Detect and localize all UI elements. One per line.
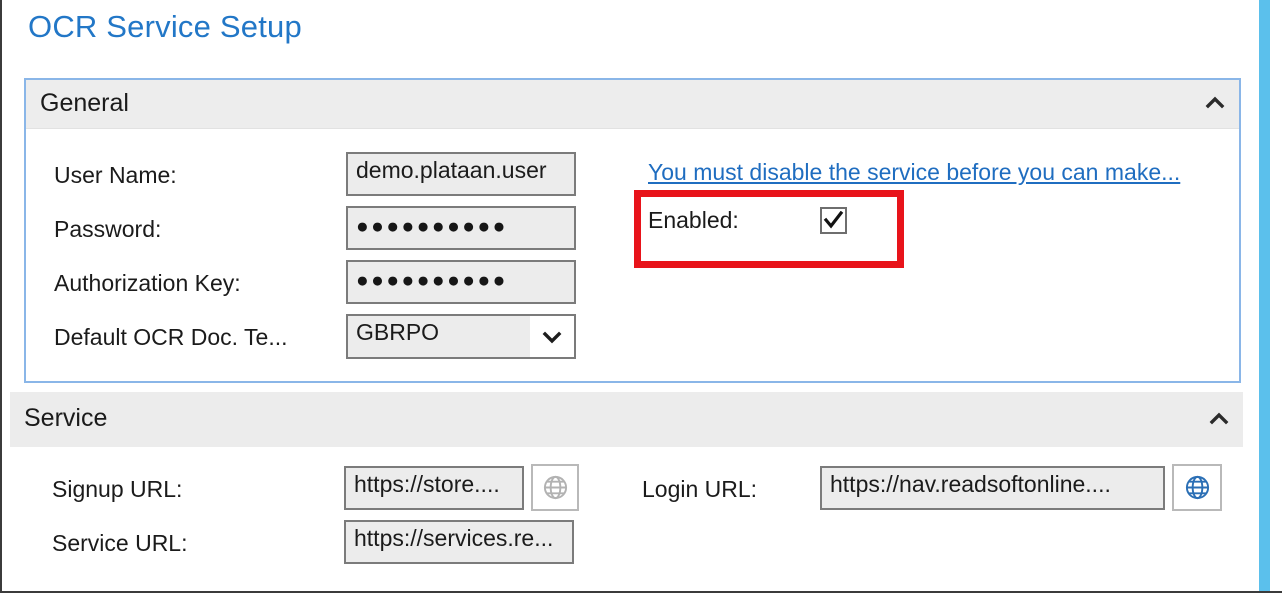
enabled-label: Enabled: (648, 207, 739, 233)
user-name-input[interactable]: demo.plataan.user (346, 152, 576, 196)
vertical-scrollbar[interactable] (1259, 0, 1270, 591)
service-section-title: Service (24, 404, 108, 432)
login-url-label: Login URL: (642, 476, 758, 502)
right-gutter (1270, 0, 1282, 591)
authorization-key-label: Authorization Key: (54, 270, 241, 296)
default-ocr-doc-template-dropdown[interactable]: GBRPO (346, 314, 576, 359)
general-section-title: General (40, 89, 129, 117)
password-input[interactable]: ●●●●●●●●●● (346, 206, 576, 250)
page-title: OCR Service Setup (28, 9, 302, 44)
disable-service-notice-link[interactable]: You must disable the service before you … (648, 159, 1180, 186)
signup-url-input[interactable]: https://store.... (344, 466, 524, 510)
globe-icon (1185, 475, 1209, 500)
authorization-key-input[interactable]: ●●●●●●●●●● (346, 260, 576, 304)
general-section-panel: General User Name: demo.plataan.user Pas… (24, 78, 1241, 383)
general-section-header[interactable]: General (26, 80, 1239, 129)
globe-icon (543, 475, 567, 500)
service-section-panel: Service Signup URL: https://store.... Se… (10, 392, 1243, 591)
default-ocr-doc-template-label: Default OCR Doc. Te... (54, 324, 288, 350)
default-ocr-doc-template-value: GBRPO (348, 316, 530, 357)
enabled-checkbox[interactable] (820, 207, 847, 234)
service-url-input[interactable]: https://services.re... (344, 520, 574, 564)
login-url-input[interactable]: https://nav.readsoftonline.... (820, 466, 1165, 510)
login-url-globe-button[interactable] (1172, 464, 1222, 511)
chevron-up-icon[interactable] (1205, 94, 1225, 114)
service-section-header[interactable]: Service (10, 392, 1243, 448)
chevron-down-icon[interactable] (530, 316, 574, 357)
ocr-service-setup-window: OCR Service Setup General User Name: dem… (0, 0, 1282, 593)
signup-url-globe-button[interactable] (531, 464, 579, 511)
chevron-up-icon[interactable] (1209, 410, 1229, 430)
signup-url-label: Signup URL: (52, 476, 183, 502)
user-name-label: User Name: (54, 162, 177, 188)
password-label: Password: (54, 216, 162, 242)
service-url-label: Service URL: (52, 530, 188, 556)
